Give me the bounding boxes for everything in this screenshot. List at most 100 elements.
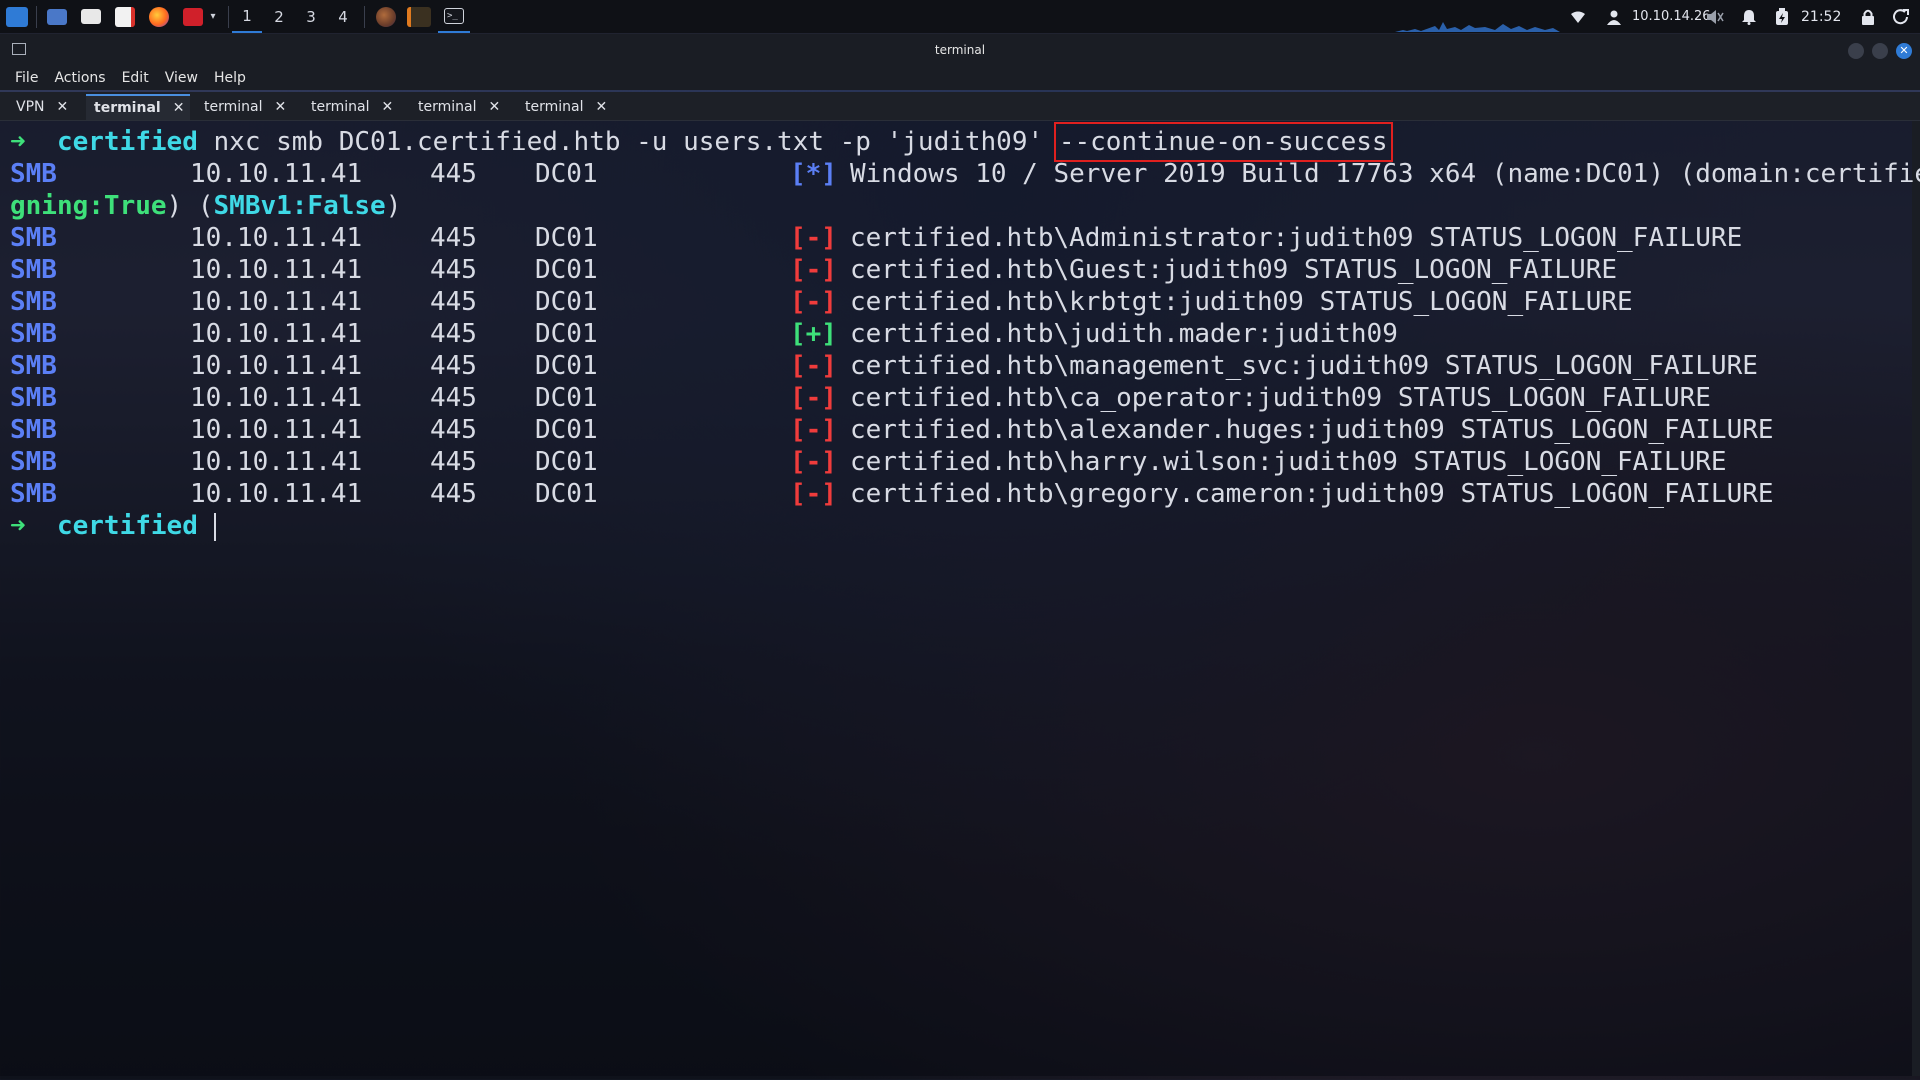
protocol-label: SMB	[10, 415, 57, 445]
panel-separator	[364, 6, 365, 28]
close-icon[interactable]: ✕	[57, 99, 69, 115]
ip-address: 10.10.14.26	[1632, 9, 1711, 24]
tab-terminal[interactable]: terminal ✕	[517, 94, 607, 120]
tab-terminal[interactable]: terminal ✕	[303, 94, 393, 120]
command-text: nxc smb DC01.certified.htb -u users.txt …	[213, 127, 1044, 157]
text-editor-icon[interactable]	[112, 0, 138, 33]
workspace-4[interactable]: 4	[328, 0, 358, 33]
hostname: DC01	[535, 447, 598, 477]
ip-address: 10.10.11.41	[190, 447, 363, 477]
protocol-label: SMB	[10, 351, 57, 381]
prompt-line[interactable]: ➜ certified	[10, 510, 216, 542]
result-text: certified.htb\harry.wilson:judith09 STAT…	[850, 447, 1727, 477]
menu-actions[interactable]: Actions	[54, 70, 105, 86]
workspace-3[interactable]: 3	[296, 0, 326, 33]
volume-muted-icon[interactable]	[1706, 0, 1724, 33]
port: 445	[430, 159, 477, 189]
workspace-1[interactable]: 1	[232, 0, 262, 33]
prompt-arrow-icon: ➜	[10, 127, 26, 157]
protocol-label: SMB	[10, 447, 57, 477]
hostname: DC01	[535, 319, 598, 349]
window-title: terminal	[934, 43, 986, 57]
smbv1-value: SMBv1:False	[213, 191, 386, 221]
result-text: certified.htb\judith.mader:judith09	[850, 319, 1398, 349]
close-icon[interactable]: ✕	[173, 100, 185, 116]
terminal-task-icon[interactable]: >_	[438, 0, 470, 33]
close-icon[interactable]: ✕	[381, 99, 393, 115]
file-manager-icon[interactable]	[78, 0, 104, 33]
battery-icon[interactable]	[1775, 0, 1789, 33]
tab-terminal[interactable]: terminal ✕	[410, 94, 500, 120]
hostname: DC01	[535, 479, 598, 509]
port: 445	[430, 351, 477, 381]
ip-address: 10.10.11.41	[190, 287, 363, 317]
ip-address: 10.10.11.41	[190, 255, 363, 285]
port: 445	[430, 447, 477, 477]
maximize-button[interactable]	[1872, 43, 1888, 59]
protocol-label: SMB	[10, 479, 57, 509]
clock[interactable]: 21:52	[1801, 0, 1841, 33]
info-text: Windows 10 / Server 2019 Build 17763 x64…	[850, 159, 1920, 189]
lock-icon[interactable]	[1861, 0, 1875, 33]
burp-task-icon[interactable]	[404, 0, 434, 33]
prompt-directory: certified	[56, 511, 198, 541]
show-desktop-icon[interactable]	[44, 0, 70, 33]
info-continuation: gning:True) (SMBv1:False)	[10, 191, 402, 221]
protocol-label: SMB	[10, 159, 57, 189]
hostname: DC01	[535, 415, 598, 445]
app-menu-icon[interactable]	[4, 0, 30, 33]
wifi-icon[interactable]	[1570, 0, 1586, 33]
hostname: DC01	[535, 255, 598, 285]
port: 445	[430, 287, 477, 317]
hostname: DC01	[535, 159, 598, 189]
result-text: certified.htb\krbtgt:judith09 STATUS_LOG…	[850, 287, 1633, 317]
status-marker: [-]	[790, 383, 837, 413]
tab-label: terminal	[94, 100, 161, 116]
menu-view[interactable]: View	[165, 70, 198, 86]
chevron-down-icon[interactable]: ▾	[206, 0, 220, 33]
tab-terminal[interactable]: terminal ✕	[196, 94, 286, 120]
vpn-icon[interactable]	[1606, 0, 1622, 33]
command-line: ➜ certified nxc smb DC01.certified.htb -…	[10, 122, 1393, 162]
logout-icon[interactable]	[1893, 0, 1909, 33]
ip-address: 10.10.11.41	[190, 383, 363, 413]
result-text: certified.htb\Administrator:judith09 STA…	[850, 223, 1743, 253]
window-titlebar[interactable]: terminal ✕	[0, 34, 1920, 68]
menu-help[interactable]: Help	[214, 70, 246, 86]
close-icon[interactable]: ✕	[274, 99, 286, 115]
ip-address: 10.10.11.41	[190, 223, 363, 253]
tab-label: terminal	[418, 99, 477, 115]
protocol-label: SMB	[10, 255, 57, 285]
workspace-2[interactable]: 2	[264, 0, 294, 33]
port: 445	[430, 223, 477, 253]
ip-address: 10.10.11.41	[190, 479, 363, 509]
firefox-icon[interactable]	[146, 0, 172, 33]
ip-address: 10.10.11.41	[190, 351, 363, 381]
close-button[interactable]: ✕	[1896, 43, 1912, 59]
close-icon[interactable]: ✕	[595, 99, 607, 115]
tab-vpn[interactable]: VPN ✕	[8, 94, 68, 120]
tab-label: terminal	[311, 99, 370, 115]
tab-terminal-active[interactable]: terminal ✕	[86, 94, 190, 120]
minimize-button[interactable]	[1848, 43, 1864, 59]
close-icon[interactable]: ✕	[488, 99, 500, 115]
menu-edit[interactable]: Edit	[122, 70, 149, 86]
protocol-label: SMB	[10, 319, 57, 349]
scrollbar[interactable]	[1912, 121, 1920, 1076]
port: 445	[430, 415, 477, 445]
hostname: DC01	[535, 383, 598, 413]
hostname: DC01	[535, 351, 598, 381]
network-graph-icon	[1395, 22, 1560, 32]
menu-file[interactable]: File	[15, 70, 38, 86]
port: 445	[430, 383, 477, 413]
panel-separator	[228, 6, 229, 28]
kali-tools-icon[interactable]	[180, 0, 206, 33]
status-marker: [-]	[790, 415, 837, 445]
ip-address: 10.10.11.41	[190, 415, 363, 445]
tab-label: VPN	[16, 99, 45, 115]
notification-bell-icon[interactable]	[1741, 0, 1757, 33]
status-marker: [-]	[790, 447, 837, 477]
firefox-task-icon[interactable]	[372, 0, 400, 33]
result-text: certified.htb\alexander.huges:judith09 S…	[850, 415, 1774, 445]
panel-separator	[36, 6, 37, 28]
